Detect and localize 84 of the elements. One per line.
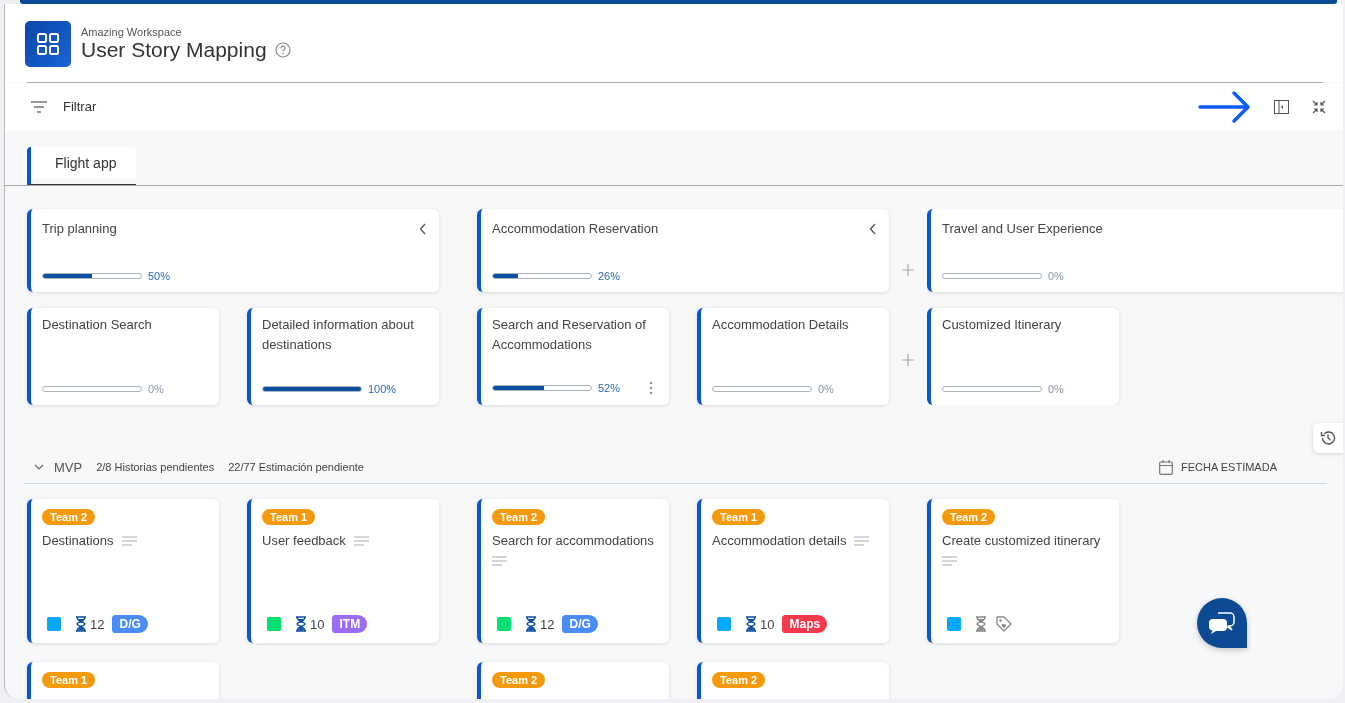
progress-percent: 50% [148,270,171,282]
team-badge: Team 2 [942,509,996,525]
description-icon [854,536,870,546]
filter-icon [31,100,47,113]
tag-icon[interactable] [995,615,1013,633]
side-panel-icon[interactable] [1274,99,1289,114]
grid-icon [36,32,60,56]
progress-percent: 0% [1048,270,1064,282]
chat-bubbles-icon [1208,611,1236,635]
team-badge: Team 2 [492,509,546,525]
calendar-icon [1159,459,1174,475]
description-icon [353,536,369,546]
tag-badge: D/G [112,615,148,633]
estimate-value: 12 [90,616,105,632]
story-title: Accommodation details [712,532,847,550]
feature-card[interactable]: Accommodation Details 0% [697,308,889,405]
feature-title: Accommodation Details [712,316,850,334]
feature-card[interactable]: Destination Search 0% [27,308,219,405]
feature-card[interactable]: Search and Reservation of Accommodations 52% [477,308,669,405]
hourglass-icon [975,616,987,632]
team-badge: Team 1 [262,509,316,525]
feature-card[interactable]: Detailed information about destinations 100% [247,308,439,405]
more-icon[interactable] [649,381,653,395]
estimated-date-button[interactable]: FECHA ESTIMADA [1159,459,1277,475]
filter-button[interactable]: Filtrar [29,97,99,116]
history-button[interactable] [1313,423,1343,453]
team-badge: Team 1 [42,672,96,688]
story-title: User feedback [262,532,346,550]
estimate-value: 10 [760,616,775,632]
chevron-left-icon[interactable] [419,223,427,235]
arrow-icon [1198,89,1252,124]
workspace-name: Amazing Workspace [81,26,183,38]
progress-percent: 26% [598,270,621,282]
team-badge: Team 2 [492,672,546,688]
epic-title: Accommodation Reservation [492,220,659,238]
epic-title: Trip planning [42,220,117,238]
story-card[interactable]: Team 2 Search for accommodations 12 D/G [477,499,669,643]
estimate-value: 12 [540,616,555,632]
hourglass-icon [525,616,537,632]
team-badge: Team 2 [712,672,766,688]
history-icon [1320,430,1336,446]
chat-button[interactable] [1197,598,1247,648]
story-card[interactable]: Team 2 Destinations 12 D/G [27,499,219,643]
story-title: Search for accommodations [492,532,654,550]
team-badge: Team 2 [42,509,96,525]
team-badge: Team 1 [712,509,766,525]
chevron-left-icon[interactable] [869,223,877,235]
stories-pending: 2/8 Historias pendientes [96,461,215,473]
page-title: User Story Mapping [81,38,267,62]
progress-percent: 52% [598,382,621,394]
feature-title: Search and Reservation of Accommodations [492,316,647,354]
epic-title: Travel and User Experience [942,220,1103,238]
feature-card[interactable]: Customized Itinerary 0% [927,308,1119,405]
progress-percent: 0% [818,383,834,395]
progress-percent: 0% [148,383,164,395]
story-title: Create customized itinerary [942,532,1101,550]
feature-title: Customized Itinerary [942,316,1063,334]
story-card[interactable]: Team 1 User feedback 10 ITM [247,499,439,643]
release-name: MVP [54,459,83,475]
story-card[interactable]: Team 2 Create customized itinerary [927,499,1119,643]
estimate-value: 10 [310,616,325,632]
epic-card[interactable]: Travel and User Experience 0% [927,209,1343,292]
story-card[interactable]: Team 1 Accommodation details 10 Maps [697,499,889,643]
description-icon [492,556,507,566]
feature-title: Destination Search [42,316,153,334]
tag-badge: D/G [562,615,598,633]
collapse-icon[interactable] [1311,98,1327,115]
description-icon [942,556,957,566]
epic-card[interactable]: Accommodation Reservation 26% [477,209,889,292]
description-icon [121,536,137,546]
tag-badge: Maps [782,615,828,633]
feature-title: Detailed information about destinations [262,316,415,354]
tab[interactable]: Flight app [27,147,137,185]
epic-card[interactable]: Trip planning 50% [27,209,439,292]
progress-percent: 0% [1048,383,1064,395]
hourglass-icon [75,616,87,632]
help-icon[interactable] [274,42,291,58]
story-title: Destinations [42,532,114,550]
hourglass-icon [295,616,307,632]
estimate-pending: 22/77 Estimación pendiente [228,461,364,473]
progress-percent: 100% [368,383,397,395]
hourglass-icon [745,616,757,632]
chevron-down-icon[interactable] [34,464,44,470]
tag-badge: ITM [332,615,368,633]
